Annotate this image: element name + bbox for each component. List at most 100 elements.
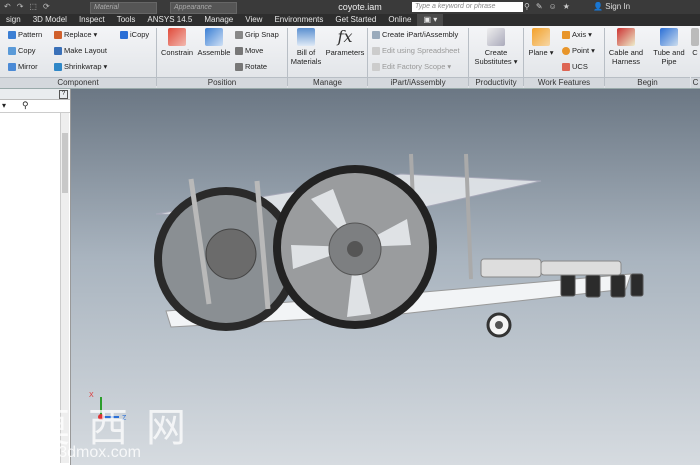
extra-label: C bbox=[692, 48, 698, 57]
browser-toolbar: ▾ ⚲ bbox=[0, 100, 70, 113]
point-icon bbox=[562, 46, 570, 55]
create-ipart-label: Create iPart/iAssembly bbox=[382, 30, 459, 39]
parameters-button[interactable]: fx Parameters bbox=[325, 28, 365, 58]
tab-manage[interactable]: Manage bbox=[198, 14, 239, 26]
extra-ribbon-button[interactable]: C bbox=[690, 28, 700, 57]
assemble-label: Assemble bbox=[197, 48, 231, 57]
plane-button[interactable]: Plane ▾ bbox=[527, 28, 555, 57]
assemble-button[interactable]: Assemble bbox=[196, 28, 232, 57]
panel-label-overflow: C bbox=[691, 77, 700, 88]
mirror-label: Mirror bbox=[18, 62, 38, 71]
edit-spreadsheet-label: Edit using Spreadsheet bbox=[382, 46, 460, 55]
cable-harness-button[interactable]: Cable and Harness bbox=[606, 28, 646, 66]
bom-label-2: Materials bbox=[290, 57, 322, 66]
shrinkwrap-icon bbox=[54, 62, 62, 71]
appearance-dropdown[interactable]: Appearance bbox=[170, 2, 237, 14]
ucs-label: UCS bbox=[572, 62, 588, 71]
point-label: Point bbox=[572, 46, 590, 55]
bill-of-materials-button[interactable]: Bill of Materials bbox=[289, 28, 323, 66]
tube-label-2: Pipe bbox=[661, 57, 677, 66]
point-button[interactable]: Point ▾ bbox=[562, 46, 595, 55]
material-dropdown[interactable]: Material bbox=[90, 2, 157, 14]
star-icon[interactable]: ★ bbox=[563, 2, 570, 11]
tab-ansys[interactable]: ANSYS 14.5 bbox=[141, 14, 198, 26]
move-label: Move bbox=[245, 46, 264, 55]
pattern-icon bbox=[8, 30, 16, 39]
rotate-button[interactable]: Rotate bbox=[235, 62, 267, 71]
plane-icon bbox=[532, 28, 550, 46]
make-layout-button[interactable]: Make Layout bbox=[54, 46, 107, 55]
icopy-icon bbox=[120, 30, 128, 39]
constrain-button[interactable]: Constrain bbox=[160, 28, 194, 57]
create-substitutes-button[interactable]: Create Substitutes ▾ bbox=[472, 28, 520, 66]
tab-design[interactable]: sign bbox=[0, 14, 27, 26]
cable-harness-icon bbox=[617, 28, 635, 46]
shrinkwrap-label: Shrinkwrap bbox=[64, 62, 102, 71]
shrinkwrap-button[interactable]: Shrinkwrap ▾ bbox=[54, 62, 107, 71]
left-motor bbox=[205, 228, 257, 280]
create-ipart-button[interactable]: Create iPart/iAssembly bbox=[372, 30, 458, 39]
ucs-button[interactable]: UCS bbox=[562, 62, 588, 71]
replace-button[interactable]: Replace ▾ bbox=[54, 30, 97, 39]
ucs-icon bbox=[562, 62, 570, 71]
ribbon-tabs: sign 3D Model Inspect Tools ANSYS 14.5 M… bbox=[0, 14, 700, 26]
tab-3d-model[interactable]: 3D Model bbox=[27, 14, 73, 26]
constrain-label: Constrain bbox=[160, 48, 194, 57]
icopy-button[interactable]: iCopy bbox=[120, 30, 149, 39]
create-substitutes-label-1: Create bbox=[484, 48, 508, 57]
ribbon-toggle-button[interactable]: ▣ ▾ bbox=[417, 14, 444, 26]
update-icon[interactable]: ⟳ bbox=[43, 2, 50, 11]
tab-tools[interactable]: Tools bbox=[111, 14, 142, 26]
tab-inspect[interactable]: Inspect bbox=[73, 14, 111, 26]
panel-label-position: Position bbox=[157, 77, 287, 88]
rotate-label: Rotate bbox=[245, 62, 268, 71]
search-input[interactable]: Type a keyword or phrase bbox=[412, 2, 523, 12]
help-icon[interactable]: ? bbox=[59, 90, 68, 99]
axis-button[interactable]: Axis ▾ bbox=[562, 30, 592, 39]
tab-environments[interactable]: Environments bbox=[268, 14, 329, 26]
select-icon[interactable]: ⬚ bbox=[29, 2, 37, 11]
panel-label-manage: Manage bbox=[288, 77, 367, 88]
bom-label-1: Bill of bbox=[296, 48, 316, 57]
pattern-label: Pattern bbox=[18, 30, 43, 39]
move-icon bbox=[235, 46, 243, 55]
grip-snap-button[interactable]: Grip Snap bbox=[235, 30, 279, 39]
copy-button[interactable]: Copy bbox=[8, 46, 36, 55]
constrain-icon bbox=[168, 28, 186, 46]
edit-factory-scope-button[interactable]: Edit Factory Scope ▾ bbox=[372, 62, 451, 71]
substitutes-icon bbox=[487, 28, 505, 46]
brackets bbox=[480, 258, 622, 278]
axle bbox=[347, 241, 363, 257]
mirror-button[interactable]: Mirror bbox=[8, 62, 38, 71]
tube-pipe-button[interactable]: Tube and Pipe bbox=[650, 28, 688, 66]
tab-get-started[interactable]: Get Started bbox=[329, 14, 382, 26]
watermark-url: www.3dmox.com bbox=[20, 444, 141, 461]
edit-spreadsheet-button[interactable]: Edit using Spreadsheet bbox=[372, 46, 460, 55]
tab-view[interactable]: View bbox=[239, 14, 268, 26]
icopy-label: iCopy bbox=[130, 30, 150, 39]
undo-icon[interactable]: ↶ bbox=[4, 2, 11, 11]
quick-access-toolbar: ↶ ↷ ⬚ ⟳ bbox=[4, 2, 50, 11]
scrollbar-thumb[interactable] bbox=[62, 133, 68, 193]
wrench-icon[interactable]: ✎ bbox=[536, 2, 543, 11]
sign-in-label: Sign In bbox=[605, 2, 631, 11]
filter-dropdown-icon[interactable]: ▾ bbox=[2, 101, 6, 110]
help-toolbar: ⚲ ✎ ☺ ★ bbox=[524, 2, 570, 11]
title-bar: ↶ ↷ ⬚ ⟳ Material Appearance coyote.iam T… bbox=[0, 0, 700, 14]
binoculars-icon[interactable]: ⚲ bbox=[524, 2, 530, 11]
pattern-button[interactable]: Pattern bbox=[8, 30, 42, 39]
community-icon[interactable]: ☺ bbox=[549, 2, 557, 11]
move-button[interactable]: Move bbox=[235, 46, 263, 55]
create-ipart-icon bbox=[372, 30, 380, 39]
extra-icon bbox=[691, 28, 699, 46]
redo-icon[interactable]: ↷ bbox=[17, 2, 24, 11]
parameters-label: Parameters bbox=[325, 48, 365, 57]
sign-in-link[interactable]: 👤 Sign In bbox=[593, 2, 630, 11]
make-layout-label: Make Layout bbox=[64, 46, 107, 55]
spreadsheet-icon bbox=[372, 46, 380, 55]
ribbon: Pattern Copy Mirror Replace ▾ Make Layou… bbox=[0, 26, 700, 89]
document-title: coyote.iam bbox=[338, 2, 382, 12]
tab-online[interactable]: Online bbox=[382, 14, 417, 26]
find-icon[interactable]: ⚲ bbox=[22, 100, 29, 111]
axis-icon bbox=[562, 30, 570, 39]
